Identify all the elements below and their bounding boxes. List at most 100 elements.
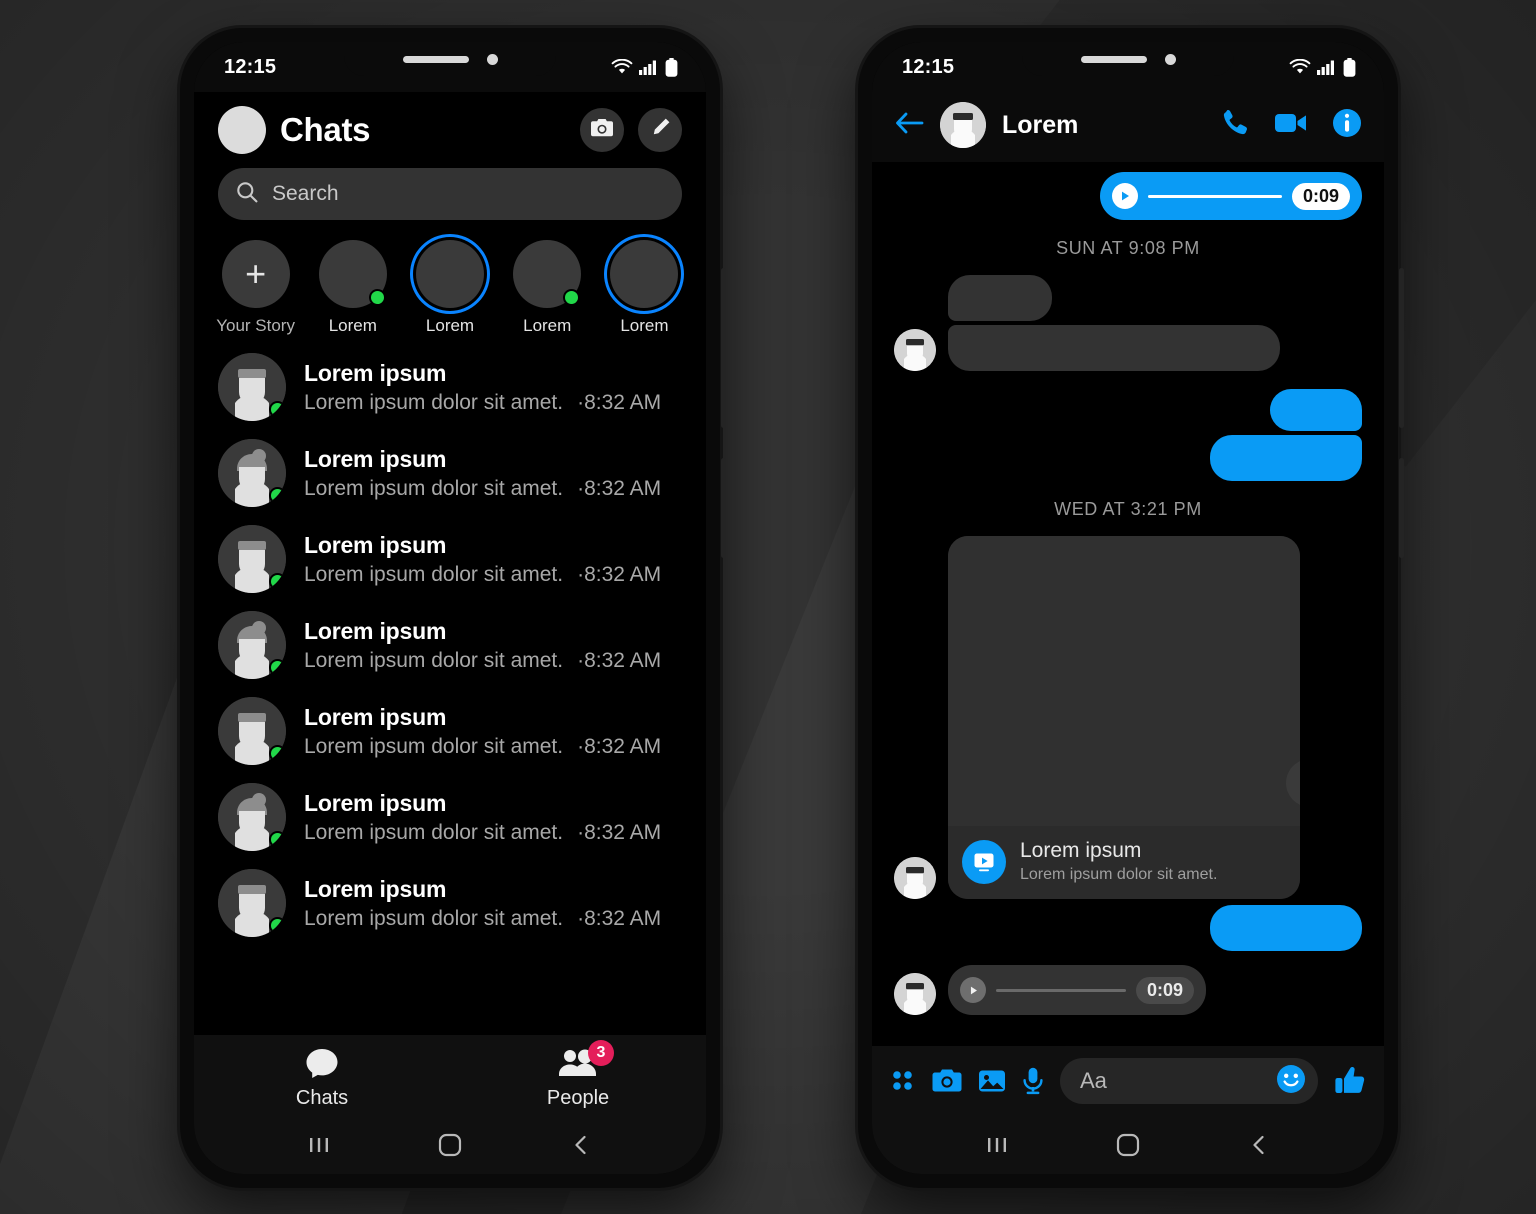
phone-device-conversation: 12:15 Lorem 0:09 SUN AT 9:08 PM WED AT 3… bbox=[858, 28, 1404, 1188]
emoji-smiley-icon[interactable] bbox=[1276, 1064, 1306, 1099]
chat-time: ·8:32 AM bbox=[577, 476, 662, 500]
status-time: 12:15 bbox=[902, 55, 955, 78]
voice-message-bubble[interactable]: 0:09 bbox=[948, 965, 1206, 1015]
chat-snippet: Lorem ipsum dolor sit amet. bbox=[304, 734, 564, 758]
chat-row-text: Lorem ipsum Lorem ipsum dolor sit amet. … bbox=[304, 360, 682, 415]
tab-chats[interactable]: Chats bbox=[194, 1047, 450, 1110]
audio-progress-track[interactable] bbox=[1148, 194, 1282, 198]
tab-label: People bbox=[546, 1087, 610, 1109]
stories-row[interactable]: + Your Story Lorem Lorem Lorem Lorem bbox=[194, 230, 706, 342]
message-input[interactable]: Aa bbox=[1060, 1058, 1318, 1104]
table-row[interactable]: Lorem ipsum Lorem ipsum dolor sit amet. … bbox=[194, 344, 706, 430]
volume-button[interactable] bbox=[721, 268, 726, 428]
chat-snippet: Lorem ipsum dolor sit amet. bbox=[304, 820, 564, 844]
phone-icon[interactable] bbox=[1220, 108, 1250, 143]
status-bar: 12:15 bbox=[194, 42, 706, 92]
story-item[interactable]: Lorem bbox=[599, 240, 690, 336]
message-bubble-in[interactable] bbox=[948, 325, 1280, 371]
home-icon[interactable] bbox=[437, 1132, 463, 1158]
chat-list[interactable]: Lorem ipsum Lorem ipsum dolor sit amet. … bbox=[194, 342, 706, 1035]
male-avatar-icon bbox=[940, 102, 986, 148]
play-icon[interactable] bbox=[960, 977, 986, 1003]
message-row-out[interactable] bbox=[894, 435, 1362, 481]
table-row[interactable]: Lorem ipsum Lorem ipsum dolor sit amet. … bbox=[194, 430, 706, 516]
gallery-icon[interactable] bbox=[978, 1068, 1006, 1094]
chat-snippet: Lorem ipsum dolor sit amet. bbox=[304, 390, 564, 414]
table-row[interactable]: Lorem ipsum Lorem ipsum dolor sit amet. … bbox=[194, 602, 706, 688]
avatar[interactable] bbox=[940, 102, 986, 148]
video-meta: Lorem ipsum Lorem ipsum dolor sit amet. bbox=[948, 826, 1300, 899]
story-your-story[interactable]: + Your Story bbox=[210, 240, 301, 336]
apps-grid-icon[interactable] bbox=[890, 1068, 916, 1094]
camera-icon[interactable] bbox=[932, 1068, 962, 1094]
recents-icon[interactable] bbox=[985, 1133, 1009, 1157]
message-row-voice-out[interactable]: 0:09 bbox=[894, 172, 1362, 220]
voice-message-bubble[interactable]: 0:09 bbox=[1100, 172, 1362, 220]
message-row-in[interactable] bbox=[894, 325, 1362, 371]
online-indicator bbox=[269, 487, 286, 504]
camera-icon bbox=[590, 117, 614, 144]
story-avatar-unseen bbox=[416, 240, 484, 308]
table-row[interactable]: Lorem ipsum Lorem ipsum dolor sit amet. … bbox=[194, 860, 706, 946]
audio-progress-track[interactable] bbox=[996, 988, 1126, 992]
search-input[interactable]: Search bbox=[218, 168, 682, 220]
message-bubble-out[interactable] bbox=[1270, 389, 1362, 431]
table-row[interactable]: Lorem ipsum Lorem ipsum dolor sit amet. … bbox=[194, 774, 706, 860]
table-row[interactable]: Lorem ipsum Lorem ipsum dolor sit amet. … bbox=[194, 516, 706, 602]
recents-icon[interactable] bbox=[307, 1133, 331, 1157]
message-row-out[interactable] bbox=[894, 389, 1362, 431]
thumbs-up-icon[interactable] bbox=[1334, 1066, 1366, 1096]
message-row-in[interactable] bbox=[894, 275, 1362, 321]
volume-button[interactable] bbox=[1399, 268, 1404, 428]
earpiece-speaker bbox=[1080, 55, 1147, 63]
message-row-out[interactable] bbox=[894, 905, 1362, 951]
camera-button[interactable] bbox=[580, 108, 624, 152]
video-attachment-card[interactable]: Lorem ipsum Lorem ipsum dolor sit amet. bbox=[948, 536, 1300, 899]
message-bubble-in[interactable] bbox=[948, 275, 1052, 321]
message-bubble-out[interactable] bbox=[1210, 905, 1362, 951]
info-icon[interactable] bbox=[1332, 108, 1362, 143]
microphone-icon[interactable] bbox=[1022, 1067, 1044, 1095]
video-title: Lorem ipsum bbox=[1020, 839, 1142, 862]
table-row[interactable]: Lorem ipsum Lorem ipsum dolor sit amet. … bbox=[194, 688, 706, 774]
back-icon[interactable] bbox=[1247, 1133, 1271, 1157]
back-arrow-icon[interactable] bbox=[894, 111, 924, 140]
message-thread[interactable]: 0:09 SUN AT 9:08 PM WED AT 3:21 PM Lorem… bbox=[872, 162, 1384, 1046]
avatar bbox=[218, 869, 286, 937]
chat-snippet: Lorem ipsum dolor sit amet. bbox=[304, 648, 564, 672]
chat-row-text: Lorem ipsum Lorem ipsum dolor sit amet. … bbox=[304, 704, 682, 759]
message-composer: Aa bbox=[872, 1046, 1384, 1116]
avatar[interactable] bbox=[894, 329, 936, 371]
date-divider: WED AT 3:21 PM bbox=[1054, 499, 1202, 519]
play-icon[interactable] bbox=[1112, 183, 1138, 209]
share-icon bbox=[1298, 771, 1300, 795]
power-button[interactable] bbox=[1399, 458, 1404, 558]
chat-time: ·8:32 AM bbox=[577, 734, 662, 758]
story-avatar bbox=[513, 240, 582, 308]
chat-name: Lorem ipsum bbox=[304, 617, 447, 644]
back-icon[interactable] bbox=[569, 1133, 593, 1157]
compose-button[interactable] bbox=[638, 108, 682, 152]
device-notch bbox=[1022, 42, 1234, 76]
tab-people[interactable]: 3 People bbox=[450, 1040, 706, 1110]
message-row-media[interactable]: Lorem ipsum Lorem ipsum dolor sit amet. bbox=[894, 536, 1362, 899]
video-camera-icon[interactable] bbox=[1274, 110, 1308, 141]
message-row-voice-in[interactable]: 0:09 bbox=[894, 965, 1362, 1015]
avatar-spacer bbox=[894, 279, 936, 321]
chat-row-text: Lorem ipsum Lorem ipsum dolor sit amet. … bbox=[304, 446, 682, 501]
profile-avatar[interactable] bbox=[218, 106, 266, 154]
avatar[interactable] bbox=[894, 973, 936, 1015]
home-icon[interactable] bbox=[1115, 1132, 1141, 1158]
story-item[interactable]: Lorem bbox=[404, 240, 495, 336]
online-indicator bbox=[368, 289, 386, 306]
message-bubble-out[interactable] bbox=[1210, 435, 1362, 481]
avatar[interactable] bbox=[894, 857, 936, 899]
chat-name: Lorem ipsum bbox=[304, 875, 447, 902]
front-camera-icon bbox=[486, 53, 498, 65]
battery-icon bbox=[1343, 57, 1356, 77]
story-item[interactable]: Lorem bbox=[307, 240, 398, 336]
story-item[interactable]: Lorem bbox=[502, 240, 593, 336]
video-thumbnail[interactable] bbox=[948, 536, 1300, 826]
avatar bbox=[218, 783, 286, 851]
power-button[interactable] bbox=[721, 458, 726, 558]
